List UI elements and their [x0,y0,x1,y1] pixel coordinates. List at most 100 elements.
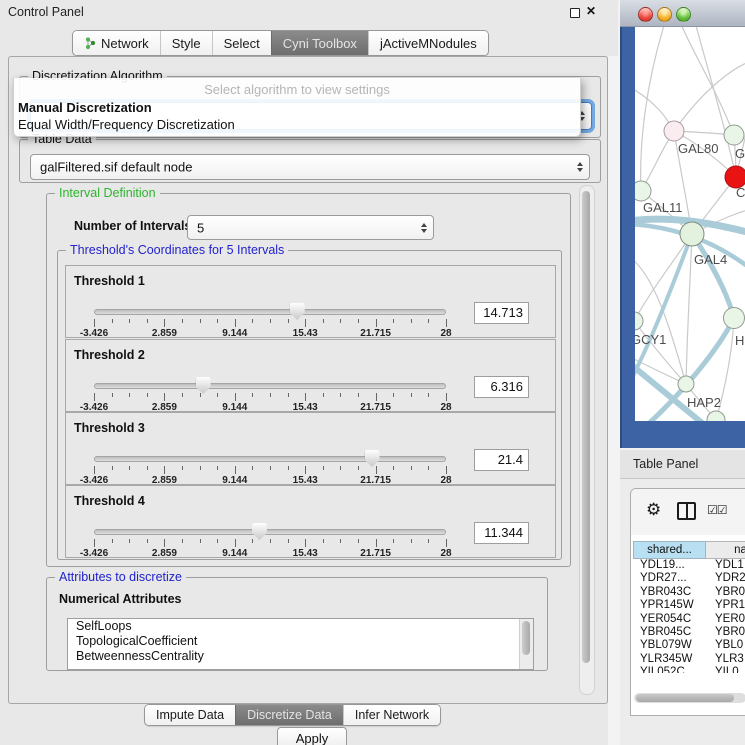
threshold-2-value-field[interactable]: 6.316 [474,376,529,398]
panel-scrollbar-thumb[interactable] [582,191,590,663]
tick-mark [446,393,447,401]
zoom-traffic-light[interactable] [676,7,691,22]
threshold-3-slider[interactable]: -3.4262.8599.14415.4321.71528 [94,449,446,483]
tick-mark [94,319,95,327]
control-panel-title: Control Panel [8,5,84,19]
control-panel-titlebar: Control Panel ✕ [0,0,618,26]
tick-label: 9.144 [222,328,247,339]
table-cell[interactable]: YER0 [706,613,745,626]
table-cell[interactable]: YIL052C [633,666,706,673]
threshold-2-slider[interactable]: -3.4262.8599.14415.4321.71528 [94,376,446,410]
table-cell[interactable]: YPR1 [706,599,745,612]
threshold-1-panel: Threshold 1 -3.4262.8599.14415.4321.7152… [65,265,556,338]
tick-mark [376,393,377,401]
tab-label: Infer Network [355,708,429,722]
table-cell[interactable]: YBR0 [706,586,745,599]
table-cell[interactable]: YDL19... [633,559,706,572]
slider-thumb[interactable] [252,523,267,540]
tick-mark [129,539,130,543]
threshold-1-slider[interactable]: -3.4262.8599.14415.4321.71528 [94,302,446,336]
attributes-group: Attributes to discretize Numerical Attri… [46,577,548,671]
algorithm-option-equal-width[interactable]: Equal Width/Frequency Discretization [18,117,235,132]
threshold-1-value-field[interactable]: 14.713 [474,302,529,324]
node-GAL4[interactable] [680,222,704,246]
tab-network[interactable]: Network [73,31,160,55]
slider-track[interactable] [94,456,446,462]
list-item[interactable]: SelfLoops [68,619,533,634]
table-cell[interactable]: YDL1 [706,559,744,572]
table-cell[interactable]: YER054C [633,613,706,626]
slider-thumb[interactable] [365,450,380,467]
network-edge[interactable] [674,61,745,131]
tab-style[interactable]: Style [160,31,212,55]
tick-mark [428,319,429,323]
tab-cyni-toolbox[interactable]: Cyni Toolbox [271,31,368,55]
tick-label: 28 [440,328,451,339]
table-cell[interactable]: YDR27... [633,572,706,585]
node-top-right[interactable] [724,125,744,145]
slider-thumb[interactable] [196,377,211,394]
tick-mark [428,539,429,543]
panel-vertical-scrollbar[interactable] [579,185,595,695]
table-horizontal-scrollbar[interactable] [634,693,745,703]
slider-track[interactable] [94,529,446,535]
network-canvas[interactable]: GAL80GAGAL11CGAL4GCY1HHAP2 [635,27,745,421]
tab-select[interactable]: Select [212,31,271,55]
network-edge[interactable] [680,27,734,135]
gear-icon[interactable]: ⚙ [646,500,661,520]
table-cell[interactable]: YPR145W [633,599,706,612]
tab-infer-network[interactable]: Infer Network [343,705,440,725]
node-HAP2[interactable] [678,376,694,392]
slider-track[interactable] [94,383,446,389]
interval-definition-group: Interval Definition Number of Intervals … [46,193,571,567]
apply-button[interactable]: Apply [277,727,347,745]
number-of-intervals-combobox[interactable]: 5 [187,215,434,240]
list-item[interactable]: BetweennessCentrality [68,649,533,664]
table-cell[interactable]: YBR0 [706,626,745,639]
tick-mark [252,539,253,543]
network-edge[interactable] [686,234,692,384]
table-cell[interactable]: YBR043C [633,586,706,599]
table-scrollbar-thumb[interactable] [636,694,734,702]
threshold-4-slider[interactable]: -3.4262.8599.14415.4321.71528 [94,522,446,556]
tick-mark [376,466,377,474]
slider-thumb[interactable] [290,303,305,320]
table-cell[interactable]: YLR345W [633,653,706,666]
threshold-3-value-field[interactable]: 21.4 [474,449,529,471]
slider-track[interactable] [94,309,446,315]
node-GAL80[interactable] [664,121,684,141]
table-data-combobox[interactable]: galFiltered.sif default node [30,154,590,180]
node-GCY1[interactable] [635,312,643,330]
checkbox-icons[interactable]: ☑☑ [707,503,727,517]
split-column-icon[interactable] [677,502,696,520]
table-cell[interactable]: YBL079W [633,639,706,652]
tab-impute-data[interactable]: Impute Data [145,705,235,725]
tab-discretize-data[interactable]: Discretize Data [235,705,343,725]
close-traffic-light[interactable] [638,7,653,22]
list-scrollbar-thumb[interactable] [522,621,530,655]
tick-mark [323,393,324,397]
network-edge-thick[interactable] [635,234,692,383]
close-icon[interactable]: ✕ [586,4,596,18]
table-cell[interactable]: YIL0 [706,666,739,673]
threshold-4-value-field[interactable]: 11.344 [474,522,529,544]
tab-jactivemnodules[interactable]: jActiveMNodules [368,31,488,55]
list-scrollbar[interactable] [519,619,533,669]
list-item[interactable]: TopologicalCoefficient [68,634,533,649]
network-edge[interactable] [641,27,665,191]
minimize-traffic-light[interactable] [657,7,672,22]
numerical-attributes-list[interactable]: SelfLoopsTopologicalCoefficientBetweenne… [67,618,534,670]
tick-mark [411,539,412,543]
table-cell[interactable]: YDR2 [706,572,745,585]
table-cell[interactable]: YBL0 [706,639,743,652]
table-cell[interactable]: YLR3 [706,653,744,666]
table-cell[interactable]: YBR045C [633,626,706,639]
algorithm-option-manual[interactable]: Manual Discretization [18,100,152,115]
float-window-icon[interactable] [570,8,580,18]
node-right-mid[interactable] [724,308,745,329]
number-of-intervals-label: Number of Intervals [74,219,191,233]
column-header-name[interactable]: na [706,541,745,559]
node-left-GAL11[interactable] [635,181,651,201]
column-header-shared-name[interactable]: shared... [633,541,706,559]
tick-mark [182,393,183,397]
